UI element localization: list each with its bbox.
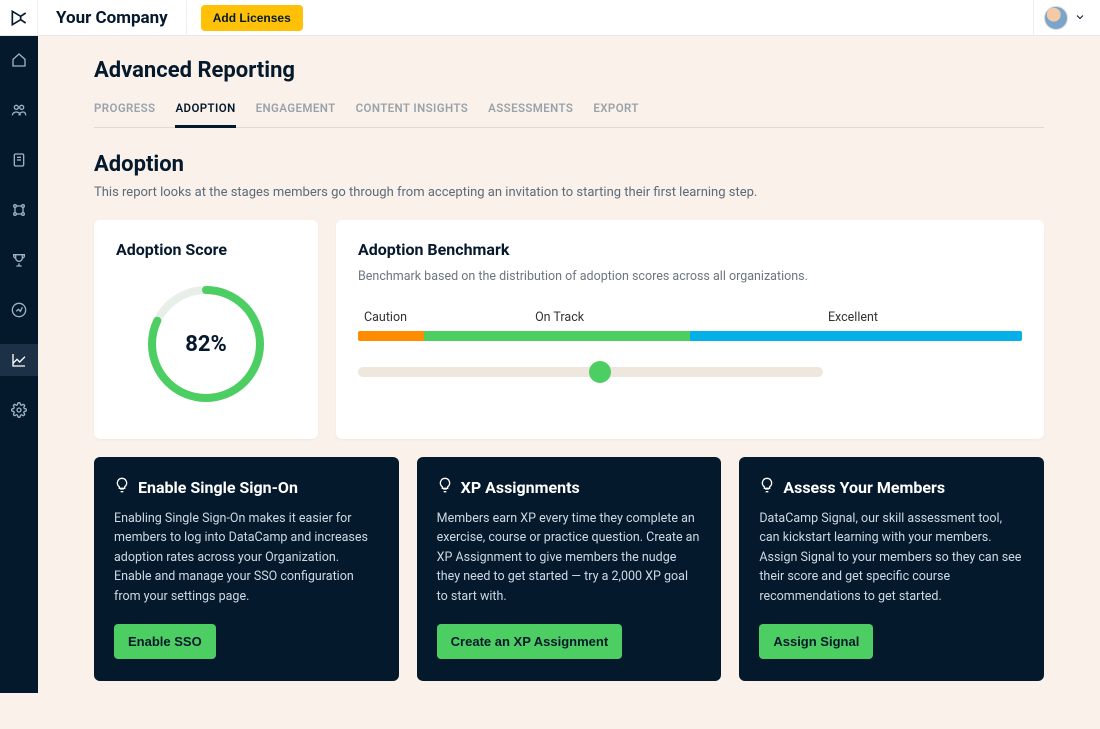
section-subtitle: This report looks at the stages members … (94, 185, 1044, 200)
sidebar-item-tracks[interactable] (0, 194, 38, 226)
tab-progress[interactable]: PROGRESS (94, 95, 155, 127)
company-name[interactable]: Your Company (38, 0, 187, 36)
chevron-down-icon (1074, 8, 1086, 27)
sidebar-item-settings[interactable] (0, 394, 38, 426)
tab-engagement[interactable]: ENGAGEMENT (256, 95, 336, 127)
tips-row: Enable Single Sign-On Enabling Single Si… (94, 457, 1044, 681)
adoption-score-value: 82% (142, 280, 270, 408)
lightbulb-icon (114, 477, 130, 497)
tab-assessments[interactable]: ASSESSMENTS (488, 95, 573, 127)
tip-title: XP Assignments (461, 478, 580, 497)
benchmark-segment-caution (358, 331, 424, 341)
sidebar-item-leaderboard[interactable] (0, 244, 38, 276)
assign-signal-button[interactable]: Assign Signal (759, 624, 873, 659)
tip-card-xp: XP Assignments Members earn XP every tim… (417, 457, 722, 681)
tip-body: Members earn XP every time they complete… (437, 509, 702, 606)
benchmark-segment-excellent (690, 331, 1022, 341)
page-title: Advanced Reporting (94, 58, 1044, 83)
tab-export[interactable]: EXPORT (593, 95, 639, 127)
benchmark-subtitle: Benchmark based on the distribution of a… (358, 269, 1022, 284)
tab-content-insights[interactable]: CONTENT INSIGHTS (356, 95, 469, 127)
create-xp-assignment-button[interactable]: Create an XP Assignment (437, 624, 623, 659)
adoption-score-card: Adoption Score 82% (94, 220, 318, 439)
tip-card-signal: Assess Your Members DataCamp Signal, our… (739, 457, 1044, 681)
lightbulb-icon (759, 477, 775, 497)
benchmark-labels: Caution On Track Excellent (364, 310, 1016, 325)
lightbulb-icon (437, 477, 453, 497)
adoption-score-title: Adoption Score (116, 240, 296, 259)
report-tabs: PROGRESS ADOPTION ENGAGEMENT CONTENT INS… (94, 95, 1044, 128)
benchmark-label-ontrack: On Track (429, 310, 690, 325)
topbar: Your Company Add Licenses (0, 0, 1100, 36)
sidebar (0, 0, 38, 693)
tip-body: Enabling Single Sign-On makes it easier … (114, 509, 379, 606)
user-menu[interactable] (1033, 0, 1100, 36)
benchmark-title: Adoption Benchmark (358, 240, 1022, 259)
tab-adoption[interactable]: ADOPTION (175, 95, 235, 128)
benchmark-slider-track (358, 367, 823, 377)
sidebar-item-members[interactable] (0, 94, 38, 126)
benchmark-label-excellent: Excellent (690, 310, 1016, 325)
section-title: Adoption (94, 152, 1044, 177)
tip-title: Assess Your Members (783, 478, 945, 497)
sidebar-item-home[interactable] (0, 44, 38, 76)
tip-card-sso: Enable Single Sign-On Enabling Single Si… (94, 457, 399, 681)
sidebar-item-assignments[interactable] (0, 144, 38, 176)
tip-body: DataCamp Signal, our skill assessment to… (759, 509, 1024, 606)
tip-title: Enable Single Sign-On (138, 478, 298, 497)
benchmark-segment-ontrack (424, 331, 690, 341)
add-licenses-button[interactable]: Add Licenses (201, 5, 303, 31)
benchmark-bar (358, 331, 1022, 341)
avatar (1044, 6, 1068, 30)
enable-sso-button[interactable]: Enable SSO (114, 624, 216, 659)
benchmark-label-caution: Caution (364, 310, 429, 325)
benchmark-slider-thumb (589, 361, 611, 383)
sidebar-item-signal[interactable] (0, 294, 38, 326)
sidebar-item-reporting[interactable] (0, 344, 38, 376)
logo-icon[interactable] (0, 0, 38, 36)
adoption-score-donut: 82% (142, 280, 270, 408)
main-content: Advanced Reporting PROGRESS ADOPTION ENG… (38, 36, 1100, 693)
adoption-benchmark-card: Adoption Benchmark Benchmark based on th… (336, 220, 1044, 439)
